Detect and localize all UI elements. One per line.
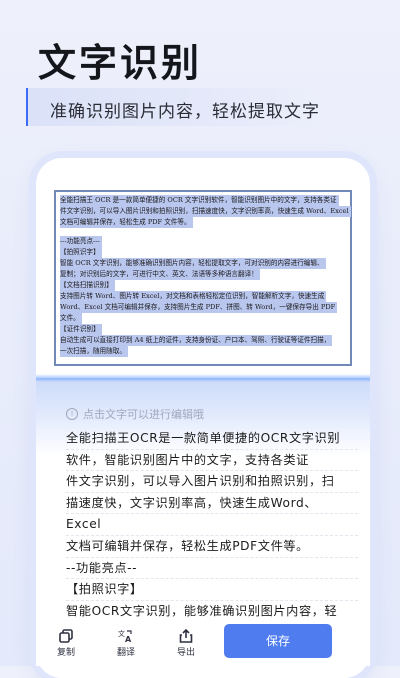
scan-line: 一次扫描，随用随取。 xyxy=(60,346,128,357)
edit-tip: ! 点击文字可以进行编辑哦 xyxy=(66,406,204,422)
copy-button[interactable]: 复制 xyxy=(36,628,96,658)
scan-line: 文档可编辑并保存，轻松生成 PDF 文件等。 xyxy=(60,217,193,228)
scan-line: 件文字识别，可以导入图片识别和拍照识别，扫描速度快，文字识别率高，快速生成 Wo… xyxy=(60,206,351,217)
translate-label: 翻译 xyxy=(116,647,135,658)
export-button[interactable]: 导出 xyxy=(156,628,216,658)
scan-line: Word、Excel 文档可编辑并保存，支持图片生成 PDF、拼图、转 Word… xyxy=(60,302,338,313)
result-line[interactable]: 描速度快，文字识别率高，快速生成Word、 xyxy=(66,493,358,515)
scan-line-gap xyxy=(60,228,346,236)
export-label: 导出 xyxy=(176,647,195,658)
translate-button[interactable]: 文 A 翻译 xyxy=(96,629,156,658)
result-line[interactable]: 件文字识别，可以导入图片识别和拍照识别，扫 xyxy=(66,471,358,493)
scan-line: ---功能亮点--- xyxy=(60,236,102,247)
scan-beam xyxy=(36,374,370,382)
svg-text:文: 文 xyxy=(118,629,125,638)
hero-title: 文字识别 xyxy=(38,41,203,85)
scan-line: 【文档扫描识别】 xyxy=(60,280,115,291)
translate-icon: 文 A xyxy=(118,629,132,643)
copy-label: 复制 xyxy=(56,647,75,658)
copy-icon xyxy=(59,628,73,643)
result-line[interactable]: 【拍照识字】 xyxy=(66,579,358,601)
scan-line: 自动生成可以直接打印到 A4 纸上的证件，支持身份证、户口本、驾照、行驶证等证件… xyxy=(60,335,333,346)
result-line[interactable]: Excel xyxy=(66,514,358,536)
scan-line: 文件。 xyxy=(60,313,82,324)
scan-line: 全能扫描王 OCR 是一款简单便捷的 OCR 文字识别软件，智能识别图片中的文字… xyxy=(60,195,339,206)
info-icon: ! xyxy=(66,408,78,420)
phone-frame: 全能扫描王 OCR 是一款简单便捷的 OCR 文字识别软件，智能识别图片中的文字… xyxy=(36,158,370,678)
bottom-toolbar: 复制 文 A 翻译 导出 保存 xyxy=(36,620,370,666)
edit-tip-text: 点击文字可以进行编辑哦 xyxy=(83,408,204,421)
result-line[interactable]: --功能亮点-- xyxy=(66,558,358,580)
result-line[interactable]: 全能扫描王OCR是一款简单便捷的OCR文字识别 xyxy=(66,428,358,450)
svg-text:A: A xyxy=(125,635,132,643)
scanned-document: 全能扫描王 OCR 是一款简单便捷的 OCR 文字识别软件，智能识别图片中的文字… xyxy=(54,190,352,366)
hero-subtitle: 准确识别图片内容，轻松提取文字 xyxy=(50,102,320,122)
result-line[interactable]: 软件，智能识别图片中的文字，支持各类证 xyxy=(66,450,358,472)
scan-line: 复制；对识别后的文字，可进行中文、英文、法语等多种语言翻译！ xyxy=(60,269,260,280)
result-line[interactable]: 文档可编辑并保存，轻松生成PDF文件等。 xyxy=(66,536,358,558)
save-button[interactable]: 保存 xyxy=(224,624,332,658)
scan-line: 支持图片转 Word、图片转 Excel，对文档和表格轻松定位识别，智能解析文字… xyxy=(60,291,327,302)
scan-line: 【证件识别】 xyxy=(60,324,102,335)
scan-line: 【拍照识字】 xyxy=(60,247,102,258)
scan-line: 智能 OCR 文字识别，能够准确识别图片内容，轻松提取文字，可对识别的内容进行编… xyxy=(60,258,326,269)
export-icon xyxy=(179,628,193,643)
